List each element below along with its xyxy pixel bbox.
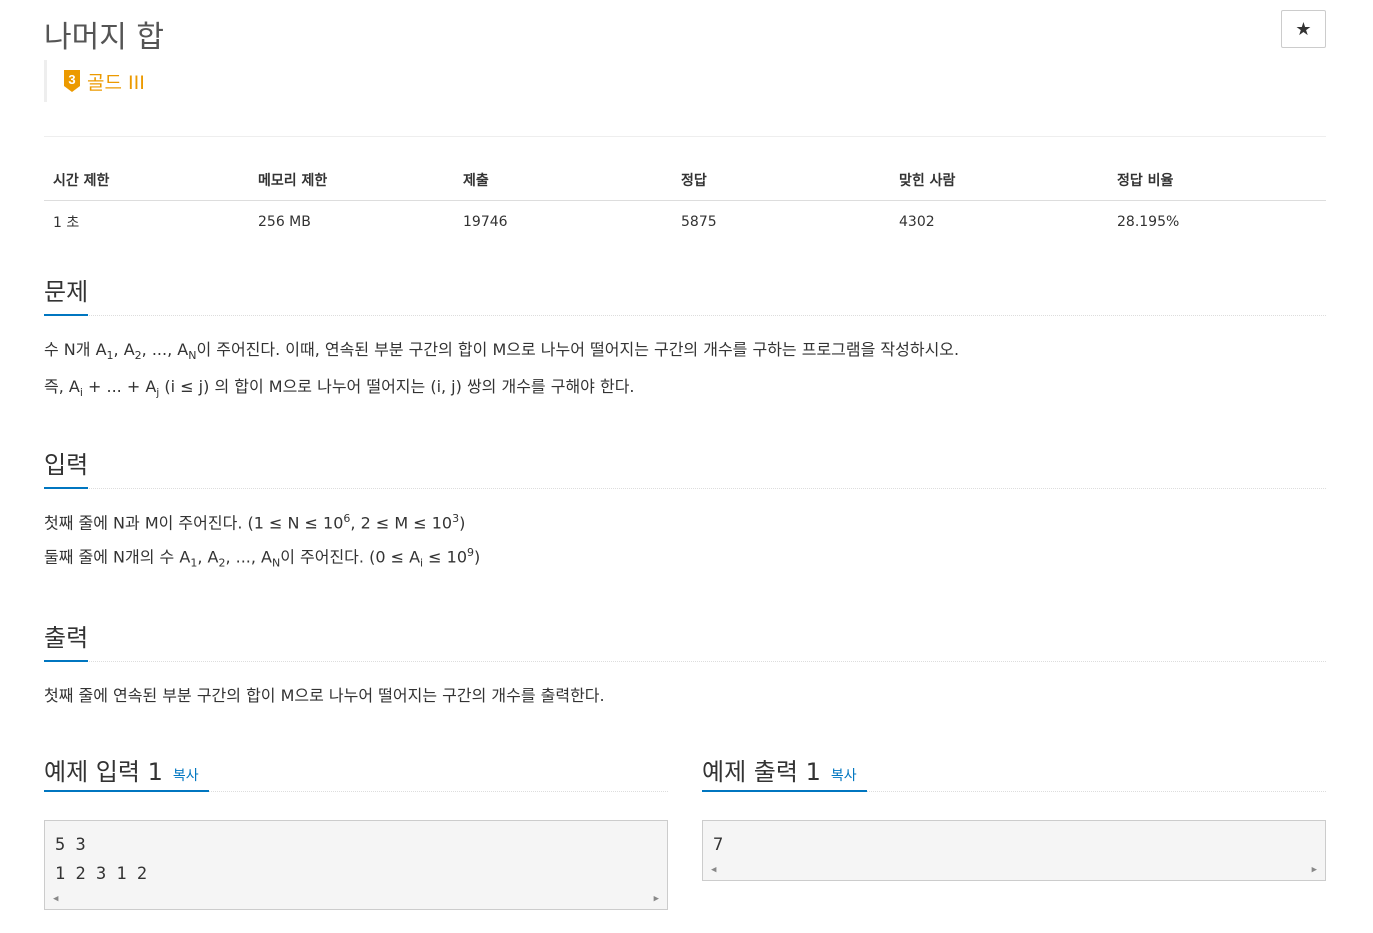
sample-output-code[interactable]: 7 ◀ ▶: [702, 820, 1326, 881]
header-submissions: 제출: [454, 160, 672, 201]
section-header: 입력: [44, 451, 1326, 489]
code-line: 5 3: [55, 835, 86, 855]
title-row: 나머지 합 ★: [44, 10, 1326, 55]
divider: [44, 136, 1326, 137]
header-accepted: 정답: [672, 160, 890, 201]
sample-input-header: 예제 입력 1 복사: [44, 748, 668, 792]
tier-badge-number: 3: [68, 72, 75, 87]
horizontal-scrollbar[interactable]: ◀ ▶: [703, 860, 1325, 880]
favorite-star-button[interactable]: ★: [1281, 10, 1326, 48]
copy-input-button[interactable]: 복사: [173, 765, 199, 785]
section-title-problem: 문제: [44, 278, 89, 316]
code-line: 1 2 3 1 2: [55, 864, 148, 884]
input-section: 입력 첫째 줄에 N과 M이 주어진다. (1 ≤ N ≤ 106, 2 ≤ M…: [44, 451, 1326, 572]
sample-output: 예제 출력 1 복사 7 ◀ ▶: [702, 748, 1326, 881]
sample-input: 예제 입력 1 복사 5 3 1 2 3 1 2 ◀ ▶: [44, 748, 668, 910]
sample-output-header: 예제 출력 1 복사: [702, 748, 1326, 792]
section-header: 출력: [44, 624, 1326, 662]
header-time-limit: 시간 제한: [44, 160, 249, 201]
sample-output-title: 예제 출력 1: [702, 758, 821, 786]
section-title-input: 입력: [44, 451, 89, 489]
problem-paragraph-2: 즉, Ai + ... + Aj (i ≤ j) 의 합이 M으로 나누어 떨어…: [44, 376, 635, 399]
horizontal-scrollbar[interactable]: ◀ ▶: [45, 889, 667, 909]
tier-badge-icon: 3: [63, 69, 81, 93]
scroll-left-icon[interactable]: ◀: [53, 894, 58, 904]
input-description: 첫째 줄에 N과 M이 주어진다. (1 ≤ N ≤ 106, 2 ≤ M ≤ …: [44, 511, 1326, 572]
sample-output-label-wrap: 예제 출력 1 복사: [702, 748, 867, 792]
value-accept-ratio: 28.195%: [1117, 214, 1180, 230]
header-accept-ratio: 정답 비율: [1108, 160, 1326, 201]
scroll-left-icon[interactable]: ◀: [711, 865, 716, 875]
page-title: 나머지 합: [44, 20, 164, 55]
value-solved-users[interactable]: 4302: [890, 201, 1108, 244]
code-line: 7: [713, 835, 724, 855]
input-paragraph-1: 첫째 줄에 N과 M이 주어진다. (1 ≤ N ≤ 106, 2 ≤ M ≤ …: [44, 512, 466, 533]
output-section: 출력 첫째 줄에 연속된 부분 구간의 합이 M으로 나누어 떨어지는 구간의 …: [44, 624, 1326, 708]
tier-label[interactable]: 3 골드 III: [44, 60, 145, 102]
problem-section: 문제 수 N개 A1, A2, ..., AN이 주어진다. 이때, 연속된 부…: [44, 278, 1326, 401]
problem-description: 수 N개 A1, A2, ..., AN이 주어진다. 이때, 연속된 부분 구…: [44, 338, 1326, 401]
star-icon: ★: [1295, 18, 1312, 40]
value-accepted[interactable]: 5875: [672, 201, 890, 244]
output-description: 첫째 줄에 연속된 부분 구간의 합이 M으로 나누어 떨어지는 구간의 개수를…: [44, 684, 1326, 708]
scroll-right-icon[interactable]: ▶: [654, 894, 659, 904]
sample-input-code[interactable]: 5 3 1 2 3 1 2 ◀ ▶: [44, 820, 668, 910]
output-paragraph-1: 첫째 줄에 연속된 부분 구간의 합이 M으로 나누어 떨어지는 구간의 개수를…: [44, 686, 605, 705]
tier-text: 골드 III: [87, 71, 145, 94]
scroll-right-icon[interactable]: ▶: [1312, 865, 1317, 875]
problem-info-table: 시간 제한 메모리 제한 제출 정답 맞힌 사람 정답 비율 1 초 256 M…: [44, 160, 1326, 243]
header-solved-users: 맞힌 사람: [890, 160, 1108, 201]
problem-paragraph-1: 수 N개 A1, A2, ..., AN이 주어진다. 이때, 연속된 부분 구…: [44, 340, 960, 363]
value-time-limit: 1 초: [53, 215, 80, 231]
copy-output-button[interactable]: 복사: [831, 765, 857, 785]
section-header: 문제: [44, 278, 1326, 316]
header-memory-limit: 메모리 제한: [249, 160, 454, 201]
sample-input-title: 예제 입력 1: [44, 758, 163, 786]
sample-input-label-wrap: 예제 입력 1 복사: [44, 748, 209, 792]
table-row: 1 초 256 MB 19746 5875 4302 28.195%: [44, 201, 1326, 244]
value-memory-limit: 256 MB: [258, 214, 311, 230]
input-paragraph-2: 둘째 줄에 N개의 수 A1, A2, ..., AN이 주어진다. (0 ≤ …: [44, 546, 481, 570]
table-header-row: 시간 제한 메모리 제한 제출 정답 맞힌 사람 정답 비율: [44, 160, 1326, 201]
section-title-output: 출력: [44, 624, 89, 662]
value-submissions[interactable]: 19746: [454, 201, 672, 244]
